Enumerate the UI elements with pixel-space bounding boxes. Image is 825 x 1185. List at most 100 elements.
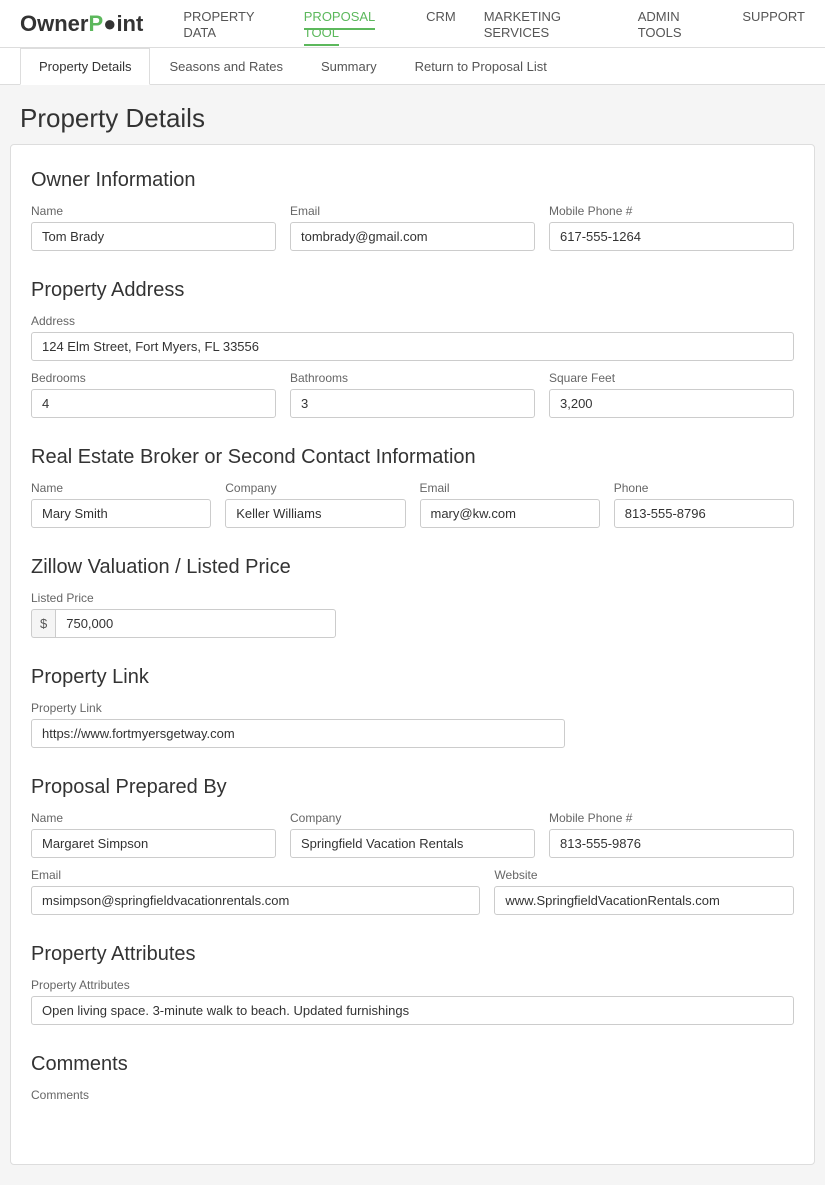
nav-links: PROPERTY DATA PROPOSAL TOOL CRM MARKETIN…: [183, 8, 805, 40]
bedrooms-input[interactable]: [31, 389, 276, 418]
bedrooms-group: Bedrooms: [31, 371, 276, 418]
property-details-row: Bedrooms Bathrooms Square Feet: [31, 371, 794, 418]
attributes-group: Property Attributes: [31, 978, 794, 1025]
section-owner-info: Owner Information Name Email Mobile Phon…: [31, 169, 794, 251]
prepared-by-row2: Email Website: [31, 868, 794, 915]
tab-summary[interactable]: Summary: [302, 48, 396, 85]
nav-item-admin[interactable]: ADMIN TOOLS: [638, 8, 715, 40]
prepared-by-row1: Name Company Mobile Phone #: [31, 811, 794, 858]
logo[interactable]: OwnerP●int: [20, 11, 143, 37]
section-broker: Real Estate Broker or Second Contact Inf…: [31, 446, 794, 528]
main-content: Owner Information Name Email Mobile Phon…: [10, 144, 815, 1165]
owner-email-label: Email: [290, 204, 535, 218]
page-title: Property Details: [20, 103, 805, 134]
preparer-phone-input[interactable]: [549, 829, 794, 858]
nav-item-property-data[interactable]: PROPERTY DATA: [183, 8, 275, 40]
attributes-row: Property Attributes: [31, 978, 794, 1025]
broker-email-group: Email: [420, 481, 600, 528]
preparer-email-group: Email: [31, 868, 480, 915]
owner-info-title: Owner Information: [31, 169, 794, 192]
broker-name-group: Name: [31, 481, 211, 528]
top-nav: OwnerP●int PROPERTY DATA PROPOSAL TOOL C…: [0, 0, 825, 48]
logo-suffix: ●int: [103, 11, 143, 37]
attributes-label: Property Attributes: [31, 978, 794, 992]
preparer-name-input[interactable]: [31, 829, 276, 858]
owner-phone-label: Mobile Phone #: [549, 204, 794, 218]
preparer-phone-label: Mobile Phone #: [549, 811, 794, 825]
section-comments: Comments Comments: [31, 1053, 794, 1106]
property-link-label: Property Link: [31, 701, 565, 715]
broker-company-input[interactable]: [225, 499, 405, 528]
price-input-wrapper: $: [31, 609, 336, 638]
owner-name-group: Name: [31, 204, 276, 251]
sqft-label: Square Feet: [549, 371, 794, 385]
nav-item-marketing[interactable]: MARKETING SERVICES: [484, 8, 610, 40]
tab-seasons-rates[interactable]: Seasons and Rates: [150, 48, 301, 85]
owner-email-input[interactable]: [290, 222, 535, 251]
owner-info-row: Name Email Mobile Phone #: [31, 204, 794, 251]
owner-name-input[interactable]: [31, 222, 276, 251]
property-link-input[interactable]: [31, 719, 565, 748]
section-property-address: Property Address Address Bedrooms Bathro…: [31, 279, 794, 418]
property-link-title: Property Link: [31, 666, 794, 689]
preparer-phone-group: Mobile Phone #: [549, 811, 794, 858]
comments-title: Comments: [31, 1053, 794, 1076]
address-input[interactable]: [31, 332, 794, 361]
owner-name-label: Name: [31, 204, 276, 218]
tabs-bar: Property Details Seasons and Rates Summa…: [0, 48, 825, 85]
bathrooms-input[interactable]: [290, 389, 535, 418]
preparer-website-label: Website: [494, 868, 794, 882]
attributes-input[interactable]: [31, 996, 794, 1025]
listed-price-input[interactable]: [55, 609, 336, 638]
nav-link-crm[interactable]: CRM: [426, 9, 456, 28]
nav-link-admin[interactable]: ADMIN TOOLS: [638, 9, 682, 44]
sqft-group: Square Feet: [549, 371, 794, 418]
nav-link-property-data[interactable]: PROPERTY DATA: [183, 9, 254, 44]
preparer-website-input[interactable]: [494, 886, 794, 915]
broker-name-input[interactable]: [31, 499, 211, 528]
tab-property-details[interactable]: Property Details: [20, 48, 150, 85]
section-zillow: Zillow Valuation / Listed Price Listed P…: [31, 556, 794, 638]
property-address-title: Property Address: [31, 279, 794, 302]
tab-return-proposal-list[interactable]: Return to Proposal List: [396, 48, 566, 85]
prepared-by-title: Proposal Prepared By: [31, 776, 794, 799]
broker-phone-label: Phone: [614, 481, 794, 495]
dollar-sign-icon: $: [31, 609, 55, 638]
address-group: Address: [31, 314, 794, 361]
nav-item-support[interactable]: SUPPORT: [742, 8, 805, 40]
nav-link-proposal-tool[interactable]: PROPOSAL TOOL: [304, 9, 376, 46]
comments-group: Comments: [31, 1088, 794, 1106]
owner-phone-group: Mobile Phone #: [549, 204, 794, 251]
sqft-input[interactable]: [549, 389, 794, 418]
section-property-link: Property Link Property Link: [31, 666, 794, 748]
zillow-title: Zillow Valuation / Listed Price: [31, 556, 794, 579]
broker-phone-input[interactable]: [614, 499, 794, 528]
comments-row: Comments: [31, 1088, 794, 1106]
bathrooms-group: Bathrooms: [290, 371, 535, 418]
preparer-company-input[interactable]: [290, 829, 535, 858]
section-attributes: Property Attributes Property Attributes: [31, 943, 794, 1025]
section-prepared-by: Proposal Prepared By Name Company Mobile…: [31, 776, 794, 915]
broker-name-label: Name: [31, 481, 211, 495]
preparer-website-group: Website: [494, 868, 794, 915]
property-link-row: Property Link: [31, 701, 794, 748]
broker-email-input[interactable]: [420, 499, 600, 528]
bathrooms-label: Bathrooms: [290, 371, 535, 385]
preparer-email-input[interactable]: [31, 886, 480, 915]
owner-phone-input[interactable]: [549, 222, 794, 251]
bedrooms-label: Bedrooms: [31, 371, 276, 385]
nav-link-support[interactable]: SUPPORT: [742, 9, 805, 28]
nav-item-crm[interactable]: CRM: [426, 8, 456, 40]
nav-item-proposal-tool[interactable]: PROPOSAL TOOL: [304, 8, 398, 40]
preparer-name-label: Name: [31, 811, 276, 825]
broker-row: Name Company Email Phone: [31, 481, 794, 528]
broker-company-group: Company: [225, 481, 405, 528]
address-row: Address: [31, 314, 794, 361]
preparer-company-group: Company: [290, 811, 535, 858]
nav-link-marketing[interactable]: MARKETING SERVICES: [484, 9, 561, 44]
preparer-company-label: Company: [290, 811, 535, 825]
zillow-row: Listed Price $: [31, 591, 794, 638]
logo-dot: P: [88, 11, 103, 37]
broker-phone-group: Phone: [614, 481, 794, 528]
broker-company-label: Company: [225, 481, 405, 495]
